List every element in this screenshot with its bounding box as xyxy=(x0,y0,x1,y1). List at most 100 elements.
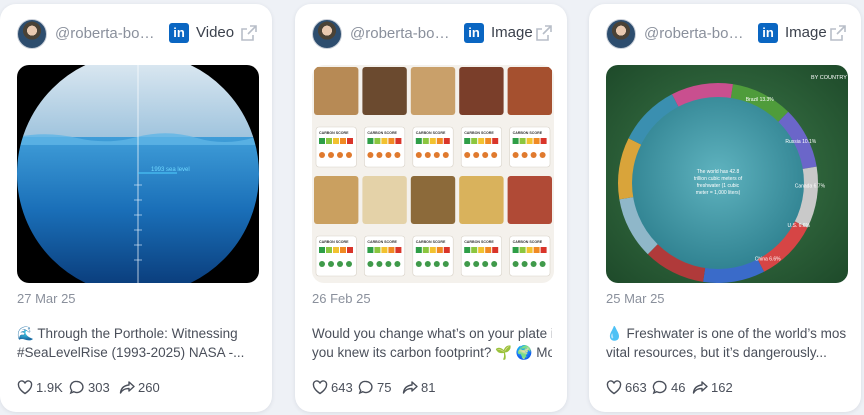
slice-label: China 6.6% xyxy=(755,256,781,262)
heart-icon xyxy=(17,380,33,395)
carbon-score-label: CARBON SCORE xyxy=(319,240,349,244)
center-text-line: meter = 1,000 liters) xyxy=(696,190,741,196)
post-card[interactable]: @roberta-bos... in Image CARBON SCORE CAR… xyxy=(295,4,567,412)
post-caption[interactable]: Would you change what’s on your plate if… xyxy=(312,324,552,362)
food-photo xyxy=(362,176,407,224)
footprint-icon xyxy=(433,261,440,267)
post-card[interactable]: @roberta-bos... in Video 1993 sea level … xyxy=(0,4,272,412)
caption-line: you knew its carbon footprint? 🌱 🌍 Mo... xyxy=(312,345,552,360)
center-text-line: freshwater (1 cubic xyxy=(697,183,740,189)
post-image-thumbnail[interactable]: BY COUNTRY The world has 42.8 trillion cu… xyxy=(606,65,848,283)
linkedin-icon: in xyxy=(464,23,484,43)
share-icon xyxy=(119,381,135,394)
likes-count: 1.9K xyxy=(36,380,63,395)
carbon-scale-swatch xyxy=(319,247,325,253)
footprint-icon xyxy=(337,152,343,158)
linkedin-icon: in xyxy=(758,23,778,43)
carbon-score-label: CARBON SCORE xyxy=(319,131,349,135)
footprint-icon xyxy=(328,261,334,267)
avatar[interactable] xyxy=(312,19,342,49)
footprint-icon xyxy=(491,261,498,267)
carbon-scale-swatch xyxy=(533,138,540,144)
carbon-scale-swatch xyxy=(436,138,443,144)
footprint-icon xyxy=(424,261,431,267)
food-photo xyxy=(410,176,456,224)
post-image-thumbnail[interactable]: CARBON SCORE CARBON SCORE CARBON SCORE CARB… xyxy=(312,65,554,283)
slice-label: Brazil 13.3% xyxy=(746,97,775,103)
carbon-scale-swatch xyxy=(478,247,485,253)
post-video-thumbnail[interactable]: 1993 sea level xyxy=(17,65,259,283)
post-date: 26 Feb 25 xyxy=(312,291,371,306)
author-handle[interactable]: @roberta-bos... xyxy=(350,25,454,42)
footprint-icon xyxy=(473,261,480,267)
food-photo xyxy=(507,176,552,224)
carbon-scale-swatch xyxy=(374,247,381,253)
comments-count: 303 xyxy=(88,380,110,395)
carbon-scale-swatch xyxy=(333,247,339,253)
author-handle[interactable]: @roberta-bos... xyxy=(644,25,748,42)
footprint-icon xyxy=(491,152,498,158)
carbon-score-label: CARBON SCORE xyxy=(367,240,397,244)
carbon-scale-swatch xyxy=(540,138,547,144)
carbon-scale-swatch xyxy=(333,138,339,144)
carbon-scale-swatch xyxy=(326,247,332,253)
carbon-scale-swatch xyxy=(478,138,485,144)
carbon-scale-swatch xyxy=(381,247,388,253)
carbon-scale-swatch xyxy=(415,247,422,253)
footprint-icon xyxy=(394,261,401,267)
footprint-icon xyxy=(367,152,374,158)
food-photo xyxy=(410,67,456,115)
carbon-scale-swatch xyxy=(374,138,381,144)
carbon-scale-swatch xyxy=(471,138,478,144)
media-type-label: Image xyxy=(491,24,533,41)
comment-icon xyxy=(358,380,373,395)
external-link-icon[interactable] xyxy=(535,24,553,42)
carbon-scale-swatch xyxy=(326,138,332,144)
footprint-icon xyxy=(539,152,546,158)
post-card[interactable]: @roberta-bos... in Image BY COUNTRY The … xyxy=(589,4,861,412)
heart-icon xyxy=(312,380,328,395)
footprint-icon xyxy=(376,261,383,267)
comments-count: 46 xyxy=(671,380,686,395)
carbon-scale-swatch xyxy=(464,247,471,253)
likes-count: 643 xyxy=(331,380,353,395)
avatar[interactable] xyxy=(606,19,636,49)
carbon-scale-swatch xyxy=(540,247,547,253)
food-photo xyxy=(314,67,359,115)
carbon-scale-swatch xyxy=(388,247,395,253)
footprint-icon xyxy=(473,152,480,158)
carbon-scale-swatch xyxy=(443,247,450,253)
footprint-icon xyxy=(464,152,471,158)
footprint-icon xyxy=(539,261,546,267)
footprint-icon xyxy=(482,152,489,158)
carbon-scale-swatch xyxy=(519,247,526,253)
post-date: 25 Mar 25 xyxy=(606,291,665,306)
carbon-scale-swatch xyxy=(415,138,422,144)
footprint-icon xyxy=(464,261,471,267)
carbon-score-label: CARBON SCORE xyxy=(416,240,446,244)
footprint-icon xyxy=(328,152,334,158)
comment-icon xyxy=(652,380,667,395)
post-caption[interactable]: 💧 Freshwater is one of the world’s most … xyxy=(606,324,846,362)
slice-label: Russia 10.1% xyxy=(785,139,816,145)
carbon-scale-swatch xyxy=(367,138,374,144)
author-handle[interactable]: @roberta-bos... xyxy=(55,25,159,42)
share-icon xyxy=(402,381,418,394)
external-link-icon[interactable] xyxy=(829,24,847,42)
post-caption[interactable]: 🌊 Through the Porthole: Witnessing #SeaL… xyxy=(17,324,257,362)
avatar[interactable] xyxy=(17,19,47,49)
footprint-icon xyxy=(415,261,422,267)
carbon-score-label: CARBON SCORE xyxy=(367,131,397,135)
slice-label: U.S. 6.6% xyxy=(787,223,810,229)
shares-count: 162 xyxy=(711,380,733,395)
sea-level-label: 1993 sea level xyxy=(151,167,190,173)
engagement-stats: 663 46 162 xyxy=(606,378,846,398)
external-link-icon[interactable] xyxy=(240,24,258,42)
carbon-scale-swatch xyxy=(367,247,374,253)
carbon-scale-swatch xyxy=(340,247,346,253)
food-photo xyxy=(459,176,504,224)
footprint-icon xyxy=(530,152,537,158)
shares-count: 81 xyxy=(421,380,436,395)
food-photo xyxy=(507,67,552,115)
carbon-scale-swatch xyxy=(436,247,443,253)
